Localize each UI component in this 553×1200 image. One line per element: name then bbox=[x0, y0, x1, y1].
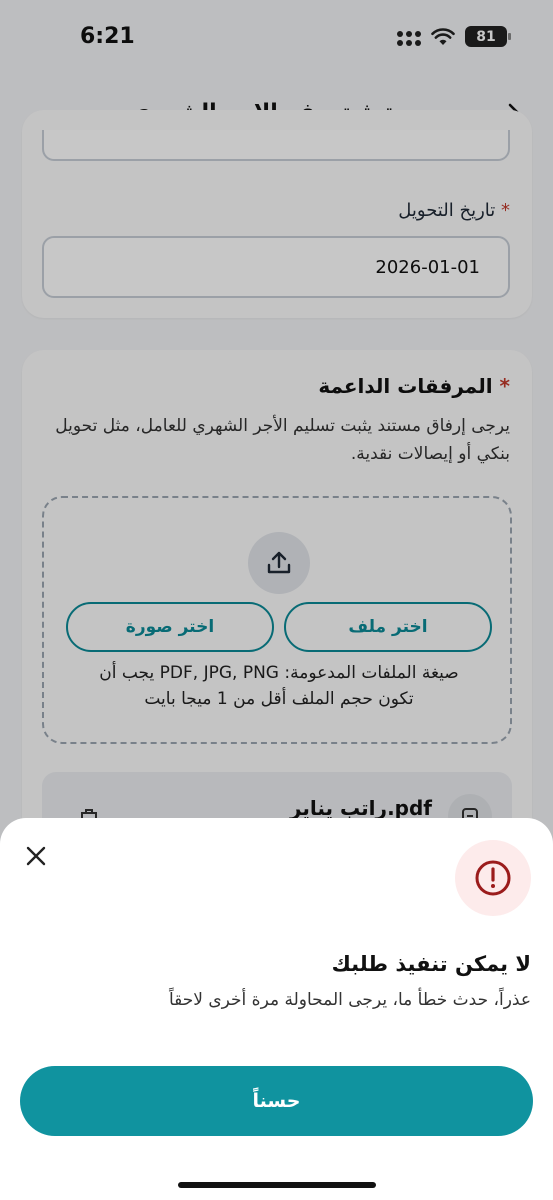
error-message: عذراً، حدث خطأ ما، يرجى المحاولة مرة أخر… bbox=[168, 990, 531, 1010]
alert-circle-icon bbox=[475, 860, 511, 896]
alert-icon-wrapper bbox=[455, 840, 531, 916]
ok-button[interactable]: حسناً bbox=[20, 1066, 533, 1136]
error-title: لا يمكن تنفيذ طلبك bbox=[331, 952, 531, 976]
error-bottom-sheet: لا يمكن تنفيذ طلبك عذراً، حدث خطأ ما، ير… bbox=[0, 818, 553, 1200]
close-icon bbox=[26, 846, 46, 866]
home-indicator bbox=[178, 1182, 376, 1188]
close-button[interactable] bbox=[22, 842, 50, 870]
